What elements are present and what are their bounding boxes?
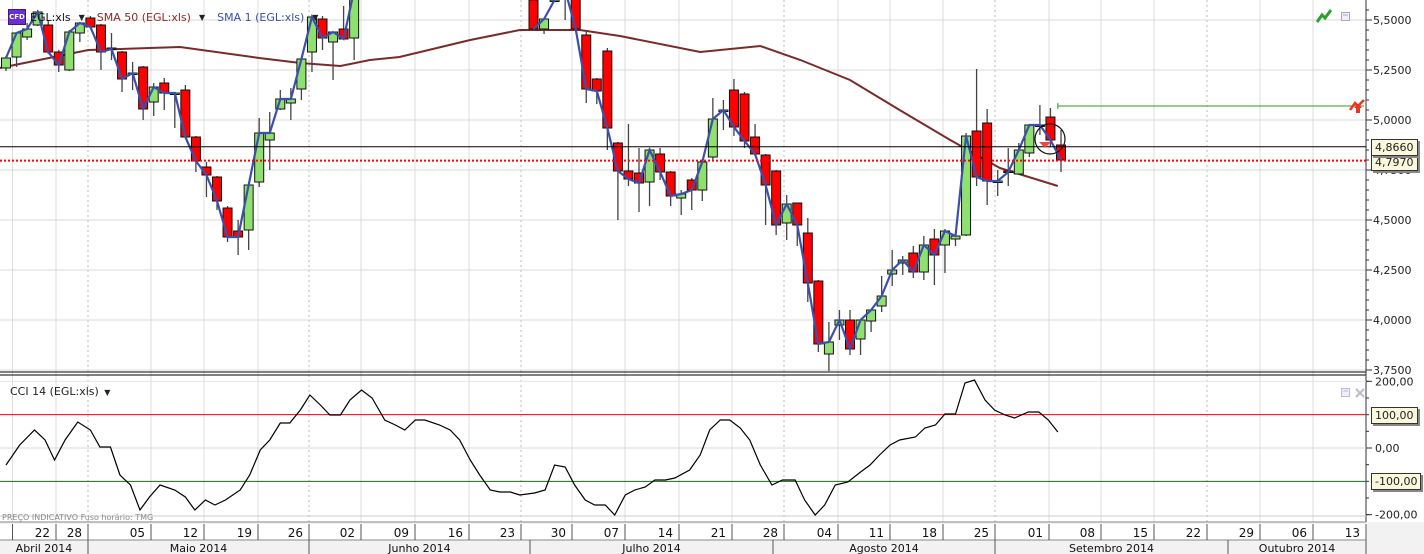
footnote: PREÇO INDICATIVO Fuso horário: TMG — [2, 513, 154, 522]
day-label: 25 — [974, 526, 989, 540]
candle-down — [581, 34, 592, 90]
day-label: 28 — [67, 526, 82, 540]
month-label: Abril 2014 — [16, 542, 73, 554]
day-label: 05 — [130, 526, 145, 540]
candle-down — [212, 176, 222, 202]
cci-lower-tag: -100,00 — [1371, 473, 1422, 491]
candle-up — [1013, 149, 1024, 175]
axis-corner — [1366, 522, 1424, 554]
bid-price-tag: 4,7970 — [1371, 153, 1418, 171]
last-price-tag: 4,8660 — [1371, 138, 1418, 156]
day-label: 04 — [817, 526, 832, 540]
candle-up — [1, 57, 11, 69]
candle-down — [971, 130, 982, 178]
candle-up — [823, 341, 834, 355]
price-tick-label: 4,0000 — [1373, 314, 1412, 327]
month-label: Junho 2014 — [387, 542, 450, 554]
day-label: 19 — [237, 526, 252, 540]
price-chart[interactable]: 5,50005,25005,00004,75004,50004,25004,00… — [0, 0, 1424, 554]
cci-dropdown-icon[interactable]: ▼ — [104, 388, 110, 397]
candle-down — [760, 154, 771, 186]
candle-down — [591, 78, 602, 92]
candle-up — [707, 118, 718, 158]
day-label: 12 — [183, 526, 198, 540]
candle-up — [781, 203, 792, 224]
candle-down — [982, 122, 993, 182]
day-label: 13 — [1345, 526, 1360, 540]
price-tick-label: 5,5000 — [1373, 14, 1412, 27]
candle-up — [64, 31, 75, 71]
maximize-cci-icon[interactable] — [1341, 388, 1351, 398]
day-label: 30 — [551, 526, 566, 540]
price-tick-label: 4,2500 — [1373, 264, 1412, 277]
day-label: 15 — [1133, 526, 1148, 540]
price-tick-label: 5,0000 — [1373, 114, 1412, 127]
cci-tick-label: 0,00 — [1375, 442, 1400, 455]
cci-tick-label: 200,00 — [1375, 375, 1414, 388]
sma1-dropdown-icon[interactable]: ▼ — [312, 13, 318, 22]
day-label: 21 — [711, 526, 726, 540]
candle-up — [1024, 124, 1035, 154]
day-label: 02 — [340, 526, 355, 540]
month-label: Julho 2014 — [621, 542, 680, 554]
cci-legend[interactable]: CCI 14 (EGL:xls) ▼ — [10, 385, 118, 398]
day-label: 09 — [394, 526, 409, 540]
alert-line-icon[interactable] — [1349, 98, 1367, 114]
sma1-line — [532, 0, 1062, 353]
cci-upper-tag: 100,00 — [1371, 406, 1418, 424]
candle-down — [180, 89, 191, 138]
chart-legend: CFD EGL:xls ▼ SMA 50 (EGL:xls) ▼ SMA 1 (… — [8, 9, 326, 25]
maximize-panel-icon[interactable] — [1341, 12, 1351, 22]
candle-down — [813, 280, 824, 345]
candle-up — [11, 32, 22, 58]
month-label: Outubro 2014 — [1259, 542, 1335, 554]
day-label: 06 — [1292, 526, 1307, 540]
sma50-dropdown-icon[interactable]: ▼ — [199, 13, 205, 22]
price-layer — [0, 0, 1066, 371]
day-label: 29 — [1239, 526, 1254, 540]
candle-down — [845, 319, 855, 350]
day-label: 18 — [922, 526, 937, 540]
day-row — [0, 524, 1366, 540]
candle-up — [697, 161, 708, 191]
candle-down — [117, 51, 128, 80]
price-tick-label: 5,2500 — [1373, 64, 1412, 77]
price-tick-label: 4,5000 — [1373, 214, 1412, 227]
day-label: 28 — [763, 526, 778, 540]
month-label: Maio 2014 — [170, 542, 228, 554]
cci-tick-label: -200,00 — [1375, 509, 1417, 522]
chart-trend-icon[interactable] — [1316, 9, 1332, 23]
day-label: 14 — [658, 526, 673, 540]
candle-down — [739, 93, 750, 142]
day-label: 22 — [1186, 526, 1201, 540]
sma50-label[interactable]: SMA 50 (EGL:xls) — [97, 11, 191, 24]
candle-down — [802, 232, 813, 284]
candle-down — [190, 136, 201, 162]
close-cci-icon[interactable] — [1355, 388, 1365, 398]
day-label: 08 — [1080, 526, 1095, 540]
day-label: 07 — [604, 526, 619, 540]
month-label: Agosto 2014 — [849, 542, 919, 554]
month-label: Setembro 2014 — [1069, 542, 1154, 554]
candle-down — [792, 202, 803, 226]
symbol-dropdown-icon[interactable]: ▼ — [79, 13, 85, 22]
candle-down — [95, 24, 106, 53]
sma1-label[interactable]: SMA 1 (EGL:xls) — [217, 11, 304, 24]
sma1-line — [4, 0, 354, 239]
cci-label[interactable]: CCI 14 (EGL:xls) — [10, 385, 99, 398]
candle-up — [243, 184, 254, 231]
day-label: 01 — [1028, 526, 1043, 540]
cfd-badge-icon: CFD — [8, 9, 26, 25]
candle-up — [254, 132, 265, 183]
day-label: 11 — [869, 526, 884, 540]
candle-down — [665, 171, 676, 197]
day-label: 26 — [288, 526, 303, 540]
day-label: 16 — [448, 526, 463, 540]
symbol-label[interactable]: EGL:xls — [30, 11, 71, 24]
day-label: 23 — [500, 526, 515, 540]
day-label: 22 — [35, 526, 50, 540]
sma50-line — [0, 29, 1059, 187]
